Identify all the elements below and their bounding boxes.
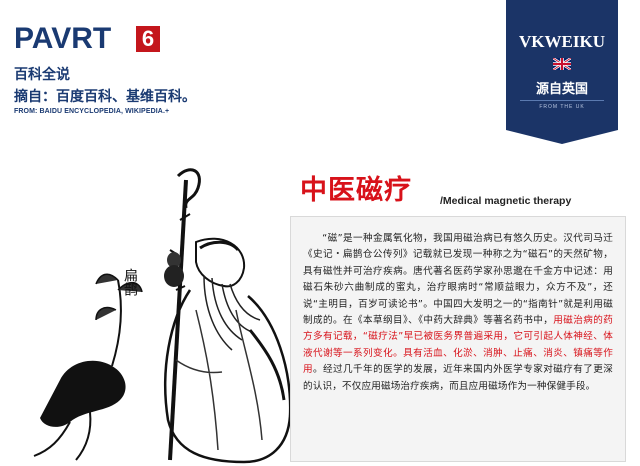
source-line: 摘自：百度百科、基维百科。 [14,89,196,105]
article-title: 中医磁疗 [300,175,412,206]
brand-divider [520,100,604,101]
brand-badge: VKWEIKU 源自英国 FROM THE UK [506,0,618,144]
article-paragraph: “磁”是一种金属氧化物，我国用磁治病已有悠久历史。汉代司马迁《史记・扁鹊仓公传列… [303,231,613,395]
article-box: “磁”是一种金属氧化物，我国用磁治病已有悠久历史。汉代司马迁《史记・扁鹊仓公传列… [290,216,626,462]
brand-name: VKWEIKU [519,32,605,51]
article-text-end: 。经过几千年的医学的发展，近年来国内外医学专家对磁疗有了更深的认识，不仅应用磁场… [303,364,613,392]
brand-small-text: FROM THE UK [539,104,585,110]
section-title: 百科全说 [14,67,70,83]
illustration-caption: 扁鹊 [122,268,138,296]
bian-que-illustration: 扁鹊 [33,168,292,464]
source-line-en: FROM: BAIDU ENCYCLOPEDIA, WIKIPEDIA.+ [14,108,170,115]
part-number-badge: 6 [136,26,160,52]
article-subtitle: /Medical magnetic therapy [440,195,572,207]
uk-flag-icon [553,58,571,70]
article-text: “磁”是一种金属氧化物，我国用磁治病已有悠久历史。汉代司马迁《史记・扁鹊仓公传列… [303,233,613,327]
brand-word: PAVRT [14,22,112,55]
brand-origin: 源自英国 [535,82,588,97]
